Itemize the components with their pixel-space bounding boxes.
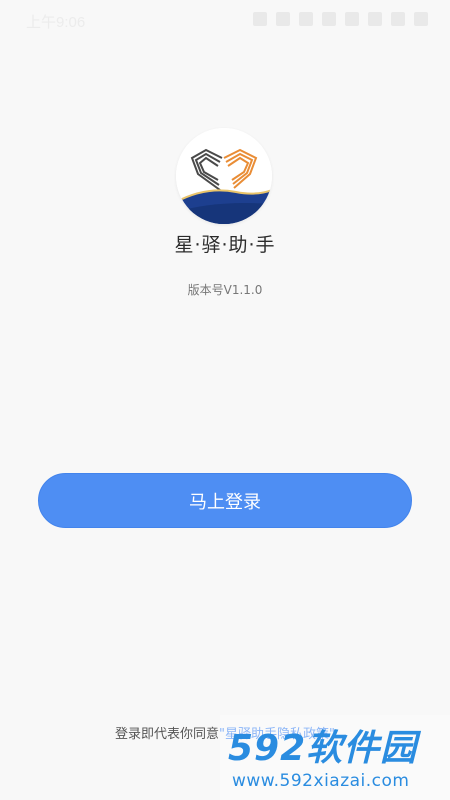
sim-icon [322,12,336,26]
status-time: 上午9:06 [26,14,86,31]
agreement-prefix: 登录即代表你同意 [115,727,220,742]
alarm-icon [276,12,290,26]
wifi-icon [368,12,382,26]
login-button[interactable]: 马上登录 [38,473,412,528]
mobile-signal-icon [391,12,405,26]
watermark-url: www.592xiazai.com [232,771,410,791]
watermark-logo: 592软件园 www.592xiazai.com [220,715,450,800]
status-icons [253,12,428,26]
signal-icon [253,12,267,26]
app-logo [176,128,272,224]
status-bar: 上午9:06 [0,0,450,40]
battery-saver-icon [345,12,359,26]
app-name: 星·驿·助·手 [174,234,276,256]
version-label: 版本号V1.1.0 [187,283,263,297]
watermark-brand: 592软件园 [228,728,418,769]
vibrate-icon [299,12,313,26]
app-logo-icon [176,128,272,224]
battery-icon [414,12,428,26]
